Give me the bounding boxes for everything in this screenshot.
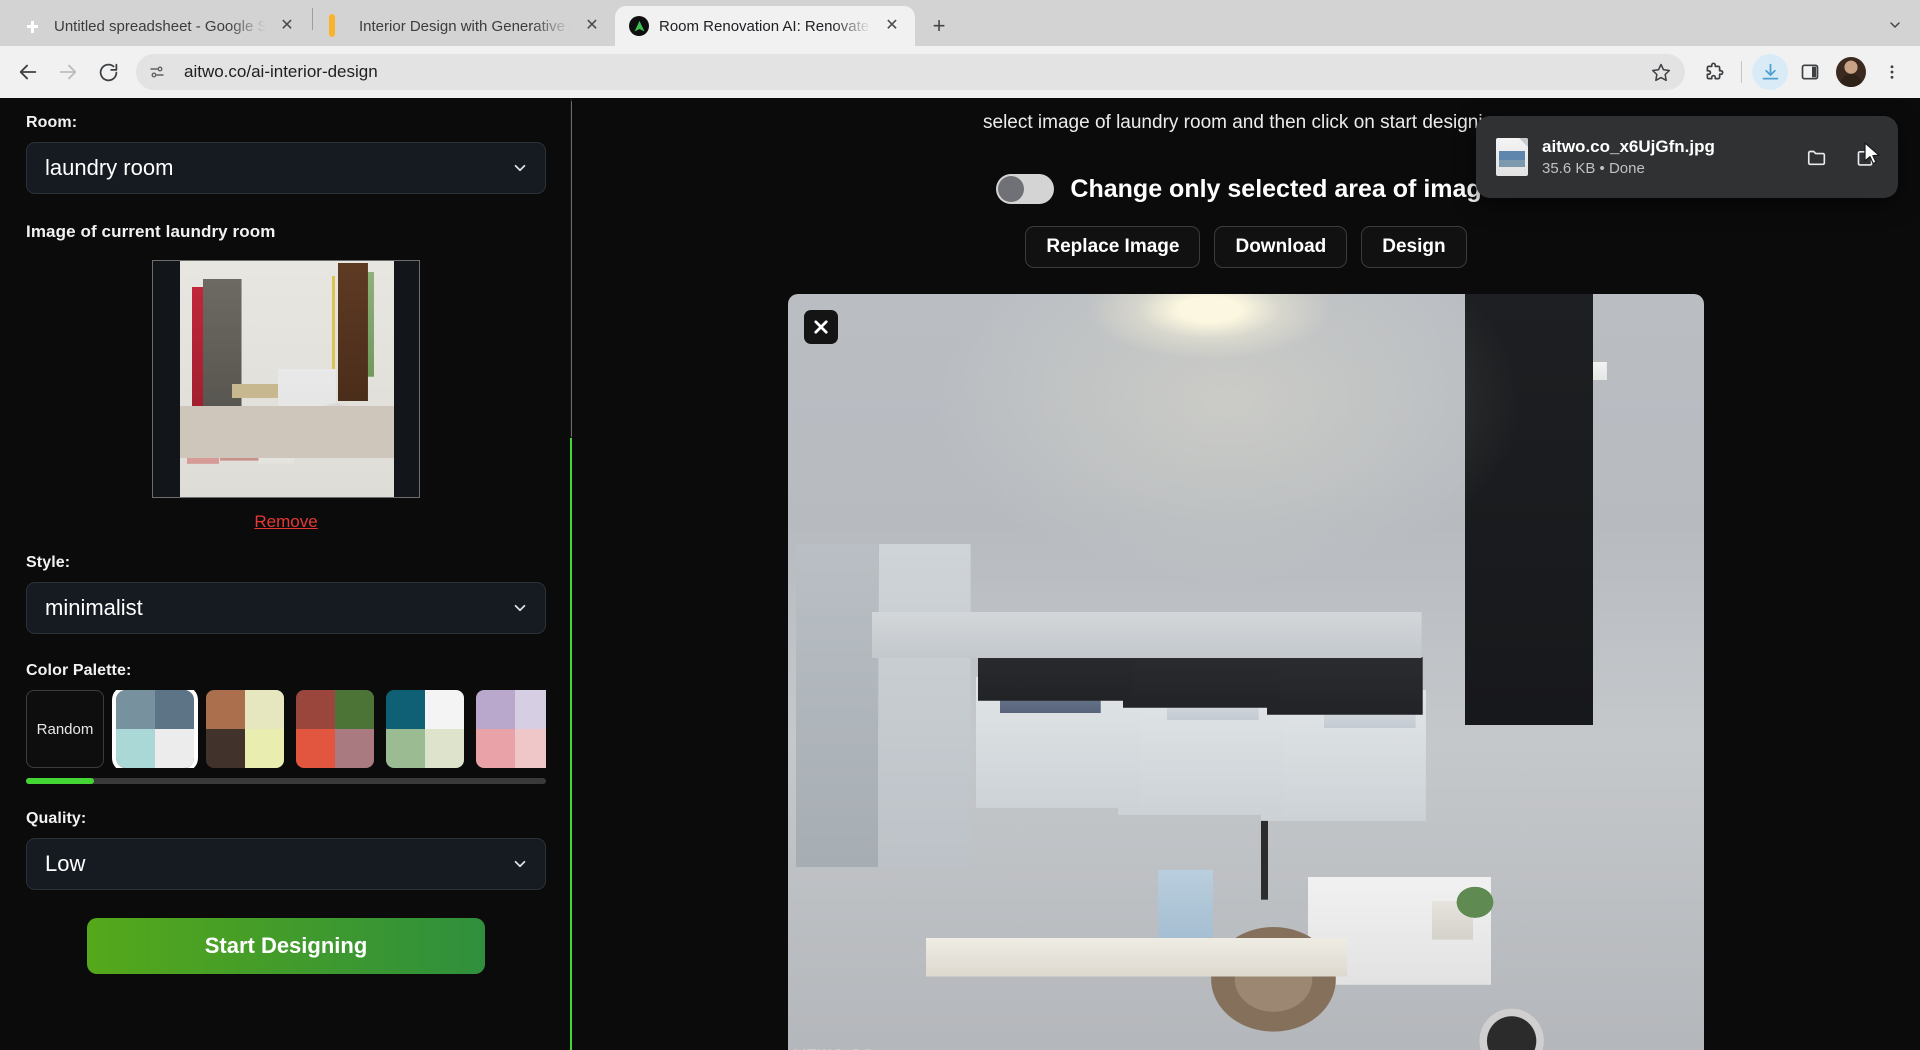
current-room-thumbnail[interactable] xyxy=(152,260,420,498)
download-info: aitwo.co_x6UjGfn.jpg 35.6 KB • Done xyxy=(1542,137,1786,177)
watermark: AITWO.CO xyxy=(790,1046,1120,1050)
design-button[interactable]: Design xyxy=(1361,226,1466,268)
palette-swatch-red-olive[interactable] xyxy=(296,690,374,768)
tab-title: Room Renovation AI: Renovate Your Room xyxy=(659,18,871,35)
room-select-value: laundry room xyxy=(45,155,511,181)
url-text: aitwo.co/ai-interior-design xyxy=(172,62,1645,82)
forward-arrow-icon[interactable] xyxy=(50,54,86,90)
side-panel-icon[interactable] xyxy=(1792,54,1828,90)
chrome-menu-icon[interactable] xyxy=(1874,54,1910,90)
replace-image-button[interactable]: Replace Image xyxy=(1025,226,1200,268)
new-tab-button[interactable]: + xyxy=(923,10,955,42)
palette-swatch-lilac-blush[interactable] xyxy=(476,690,546,768)
palette-swatch-teal-sage[interactable] xyxy=(386,690,464,768)
toolbar-divider xyxy=(1741,61,1742,83)
remove-image-link[interactable]: Remove xyxy=(26,512,546,532)
address-bar[interactable]: aitwo.co/ai-interior-design xyxy=(136,54,1685,90)
style-select-value: minimalist xyxy=(45,595,511,621)
aitwo-logo-icon xyxy=(629,16,649,36)
mouse-cursor xyxy=(1864,142,1882,166)
browser-chrome: Untitled spreadsheet - Google Sheets ✕ I… xyxy=(0,0,1920,98)
tab-untitled-spreadsheet[interactable]: Untitled spreadsheet - Google Sheets ✕ xyxy=(10,6,310,46)
profile-avatar[interactable] xyxy=(1836,57,1866,87)
site-settings-icon[interactable] xyxy=(142,57,172,87)
toggle-label: Change only selected area of image xyxy=(1070,175,1495,204)
color-palette-list: Random xyxy=(26,690,546,768)
palette-swatch-terracotta-cream[interactable] xyxy=(206,690,284,768)
main-content: select image of laundry room and then cl… xyxy=(572,98,1920,1050)
current-image-label: Image of current laundry room xyxy=(26,222,546,242)
download-status: 35.6 KB • Done xyxy=(1542,160,1786,177)
room-select[interactable]: laundry room xyxy=(26,142,546,194)
tab-close-button[interactable]: ✕ xyxy=(881,15,903,37)
thumbnail-photo xyxy=(180,261,394,498)
browser-toolbar: aitwo.co/ai-interior-design xyxy=(0,46,1920,98)
palette-scrollbar[interactable] xyxy=(26,778,546,784)
tab-search-chevron-down-icon[interactable] xyxy=(1880,10,1910,40)
chevron-down-icon xyxy=(511,159,529,177)
back-arrow-icon[interactable] xyxy=(10,54,46,90)
palette-swatch-random[interactable]: Random xyxy=(26,690,104,768)
reload-icon[interactable] xyxy=(90,54,126,90)
design-options-sidebar: Room: laundry room Image of current laun… xyxy=(0,98,572,1050)
chevron-down-icon xyxy=(511,599,529,617)
close-icon[interactable] xyxy=(804,310,838,344)
tabstrip-right-controls xyxy=(1880,10,1920,46)
download-file-name: aitwo.co_x6UjGfn.jpg xyxy=(1542,137,1786,157)
quality-select-value: Low xyxy=(45,851,511,877)
palette-swatch-blue-grey-mint[interactable] xyxy=(116,690,194,768)
tab-title: Untitled spreadsheet - Google Sheets xyxy=(54,18,266,35)
bookmark-star-icon[interactable] xyxy=(1645,56,1677,88)
tab-divider xyxy=(312,8,313,30)
page-content: Room: laundry room Image of current laun… xyxy=(0,98,1920,1050)
result-image-wrapper: AITWO.CO xyxy=(788,294,1704,1050)
extensions-icon[interactable] xyxy=(1695,54,1731,90)
palette-scrollbar-thumb[interactable] xyxy=(26,778,94,784)
style-select[interactable]: minimalist xyxy=(26,582,546,634)
quality-select[interactable]: Low xyxy=(26,838,546,890)
tab-room-renovation-ai[interactable]: Room Renovation AI: Renovate Your Room ✕ xyxy=(615,6,915,46)
style-label: Style: xyxy=(26,554,546,572)
download-button[interactable]: Download xyxy=(1214,226,1347,268)
generated-room-image[interactable]: AITWO.CO xyxy=(788,294,1704,1050)
download-popup: aitwo.co_x6UjGfn.jpg 35.6 KB • Done xyxy=(1476,116,1898,198)
tab-close-button[interactable]: ✕ xyxy=(276,15,298,37)
file-icon xyxy=(1496,138,1528,176)
start-designing-button[interactable]: Start Designing xyxy=(87,918,485,974)
thumbnail-wrapper xyxy=(26,260,546,498)
sheets-icon xyxy=(24,16,44,36)
quality-label: Quality: xyxy=(26,810,546,828)
yellow-square-icon xyxy=(329,16,349,36)
tab-title: Interior Design with Generative AI xyxy=(359,18,571,35)
tab-strip: Untitled spreadsheet - Google Sheets ✕ I… xyxy=(0,0,1920,46)
downloads-icon[interactable] xyxy=(1752,54,1788,90)
chevron-down-icon xyxy=(511,855,529,873)
tab-close-button[interactable]: ✕ xyxy=(581,15,603,37)
action-button-row: Replace Image Download Design xyxy=(572,226,1920,268)
folder-icon[interactable] xyxy=(1800,140,1834,174)
tab-interior-design[interactable]: Interior Design with Generative AI ✕ xyxy=(315,6,615,46)
room-label: Room: xyxy=(26,114,546,132)
color-palette-label: Color Palette: xyxy=(26,662,546,680)
change-selected-area-toggle[interactable] xyxy=(996,174,1054,204)
